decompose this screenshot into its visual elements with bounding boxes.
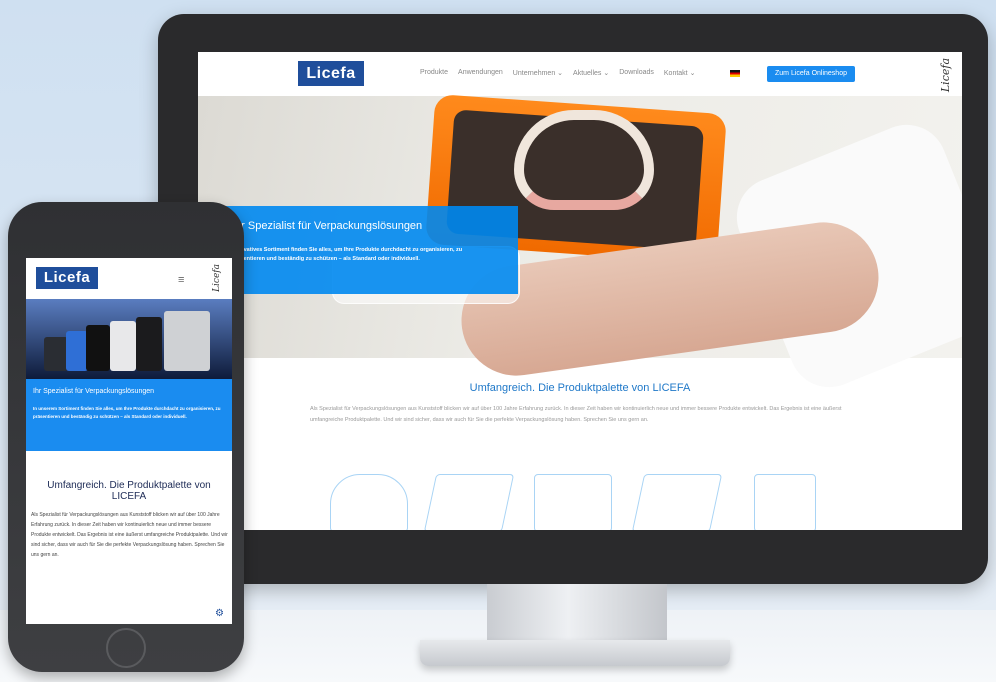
mobile-hero-image (26, 299, 232, 379)
mobile-hero-banner: Ihr Spezialist für Verpackungslösungen I… (26, 379, 232, 451)
main-menu: Produkte Anwendungen Unternehmen ⌄ Aktue… (420, 69, 695, 77)
desktop-screen: Licefa Produkte Anwendungen Unternehmen … (198, 52, 962, 530)
product-tray-icon[interactable] (534, 474, 612, 530)
gear-icon[interactable]: ⚙ (215, 608, 224, 619)
nav-item-downloads[interactable]: Downloads (619, 69, 654, 77)
desktop-navbar: Licefa Produkte Anwendungen Unternehmen … (198, 52, 962, 96)
language-flag-icon[interactable] (730, 70, 740, 77)
mobile-hero-title: Ihr Spezialist für Verpackungslösungen (33, 388, 155, 395)
product-case-icon[interactable] (631, 474, 723, 530)
signature-logo: Licefa (939, 58, 952, 93)
nav-item-aktuelles[interactable]: Aktuelles ⌄ (573, 69, 609, 77)
denture-model (514, 110, 654, 210)
product-bottle-icon[interactable] (754, 474, 816, 530)
mobile-section-text: Als Spezialist für Verpackungslösungen a… (31, 512, 228, 558)
canister (66, 331, 88, 371)
nav-item-produkte[interactable]: Produkte (420, 69, 448, 77)
canister (136, 317, 162, 371)
section-title: Umfangreich. Die Produktpalette von LICE… (469, 382, 691, 394)
canister (110, 321, 136, 371)
monitor-stand (487, 584, 667, 644)
onlineshop-button[interactable]: Zum Licefa Onlineshop (767, 66, 855, 82)
canister (86, 325, 110, 371)
hamburger-menu-icon[interactable]: ≡ (178, 274, 184, 286)
nav-item-anwendungen[interactable]: Anwendungen (458, 69, 503, 77)
monitor-base (420, 640, 730, 666)
hero-title: Ihr Spezialist für Verpackungslösungen (232, 220, 423, 232)
canister (44, 337, 68, 371)
nav-item-kontakt[interactable]: Kontakt ⌄ (664, 69, 696, 77)
logo[interactable]: Licefa (298, 61, 364, 86)
mobile-signature-logo: Licefa (212, 264, 222, 292)
section-text: Als Spezialist für Verpackungslösungen a… (310, 406, 842, 423)
mobile-screen: Licefa ≡ Licefa Ihr Spezialist für Verpa… (26, 258, 232, 624)
mobile-hero-text: In unserem Sortiment finden Sie alles, u… (33, 406, 221, 419)
nav-item-unternehmen[interactable]: Unternehmen ⌄ (513, 69, 563, 77)
case (164, 311, 210, 371)
product-box-icon[interactable] (423, 474, 515, 530)
hero-banner: Ihr Spezialist für Verpackungslösungen I… (198, 206, 518, 294)
hero-text: Innovatives Sortiment finden Sie alles, … (232, 247, 463, 262)
mobile-section-title: Umfangreich. Die Produktpalette von LICE… (47, 480, 211, 502)
mobile-logo[interactable]: Licefa (36, 267, 98, 289)
product-round-container-icon[interactable] (330, 474, 408, 530)
hero-image: Ihr Spezialist für Verpackungslösungen I… (198, 93, 962, 400)
home-button (106, 628, 146, 668)
